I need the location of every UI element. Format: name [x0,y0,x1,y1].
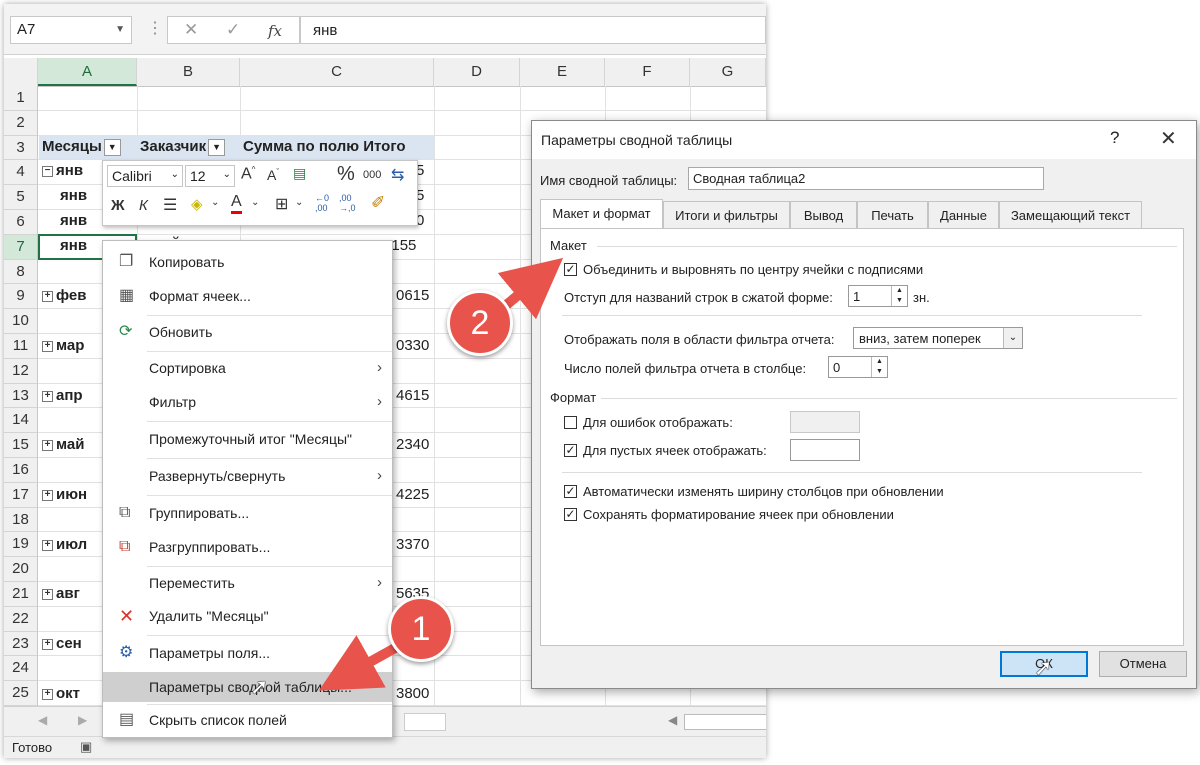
step-badge-1: 1 [388,596,454,662]
arrow-to-checkbox [497,257,564,320]
mouse-cursor-icon: ➚ [1034,655,1053,680]
arrow-to-menu-item [318,635,398,691]
annotation-arrows [318,257,564,691]
step-badge-2: 2 [447,290,513,356]
mouse-cursor-icon: ➚ [250,674,269,699]
